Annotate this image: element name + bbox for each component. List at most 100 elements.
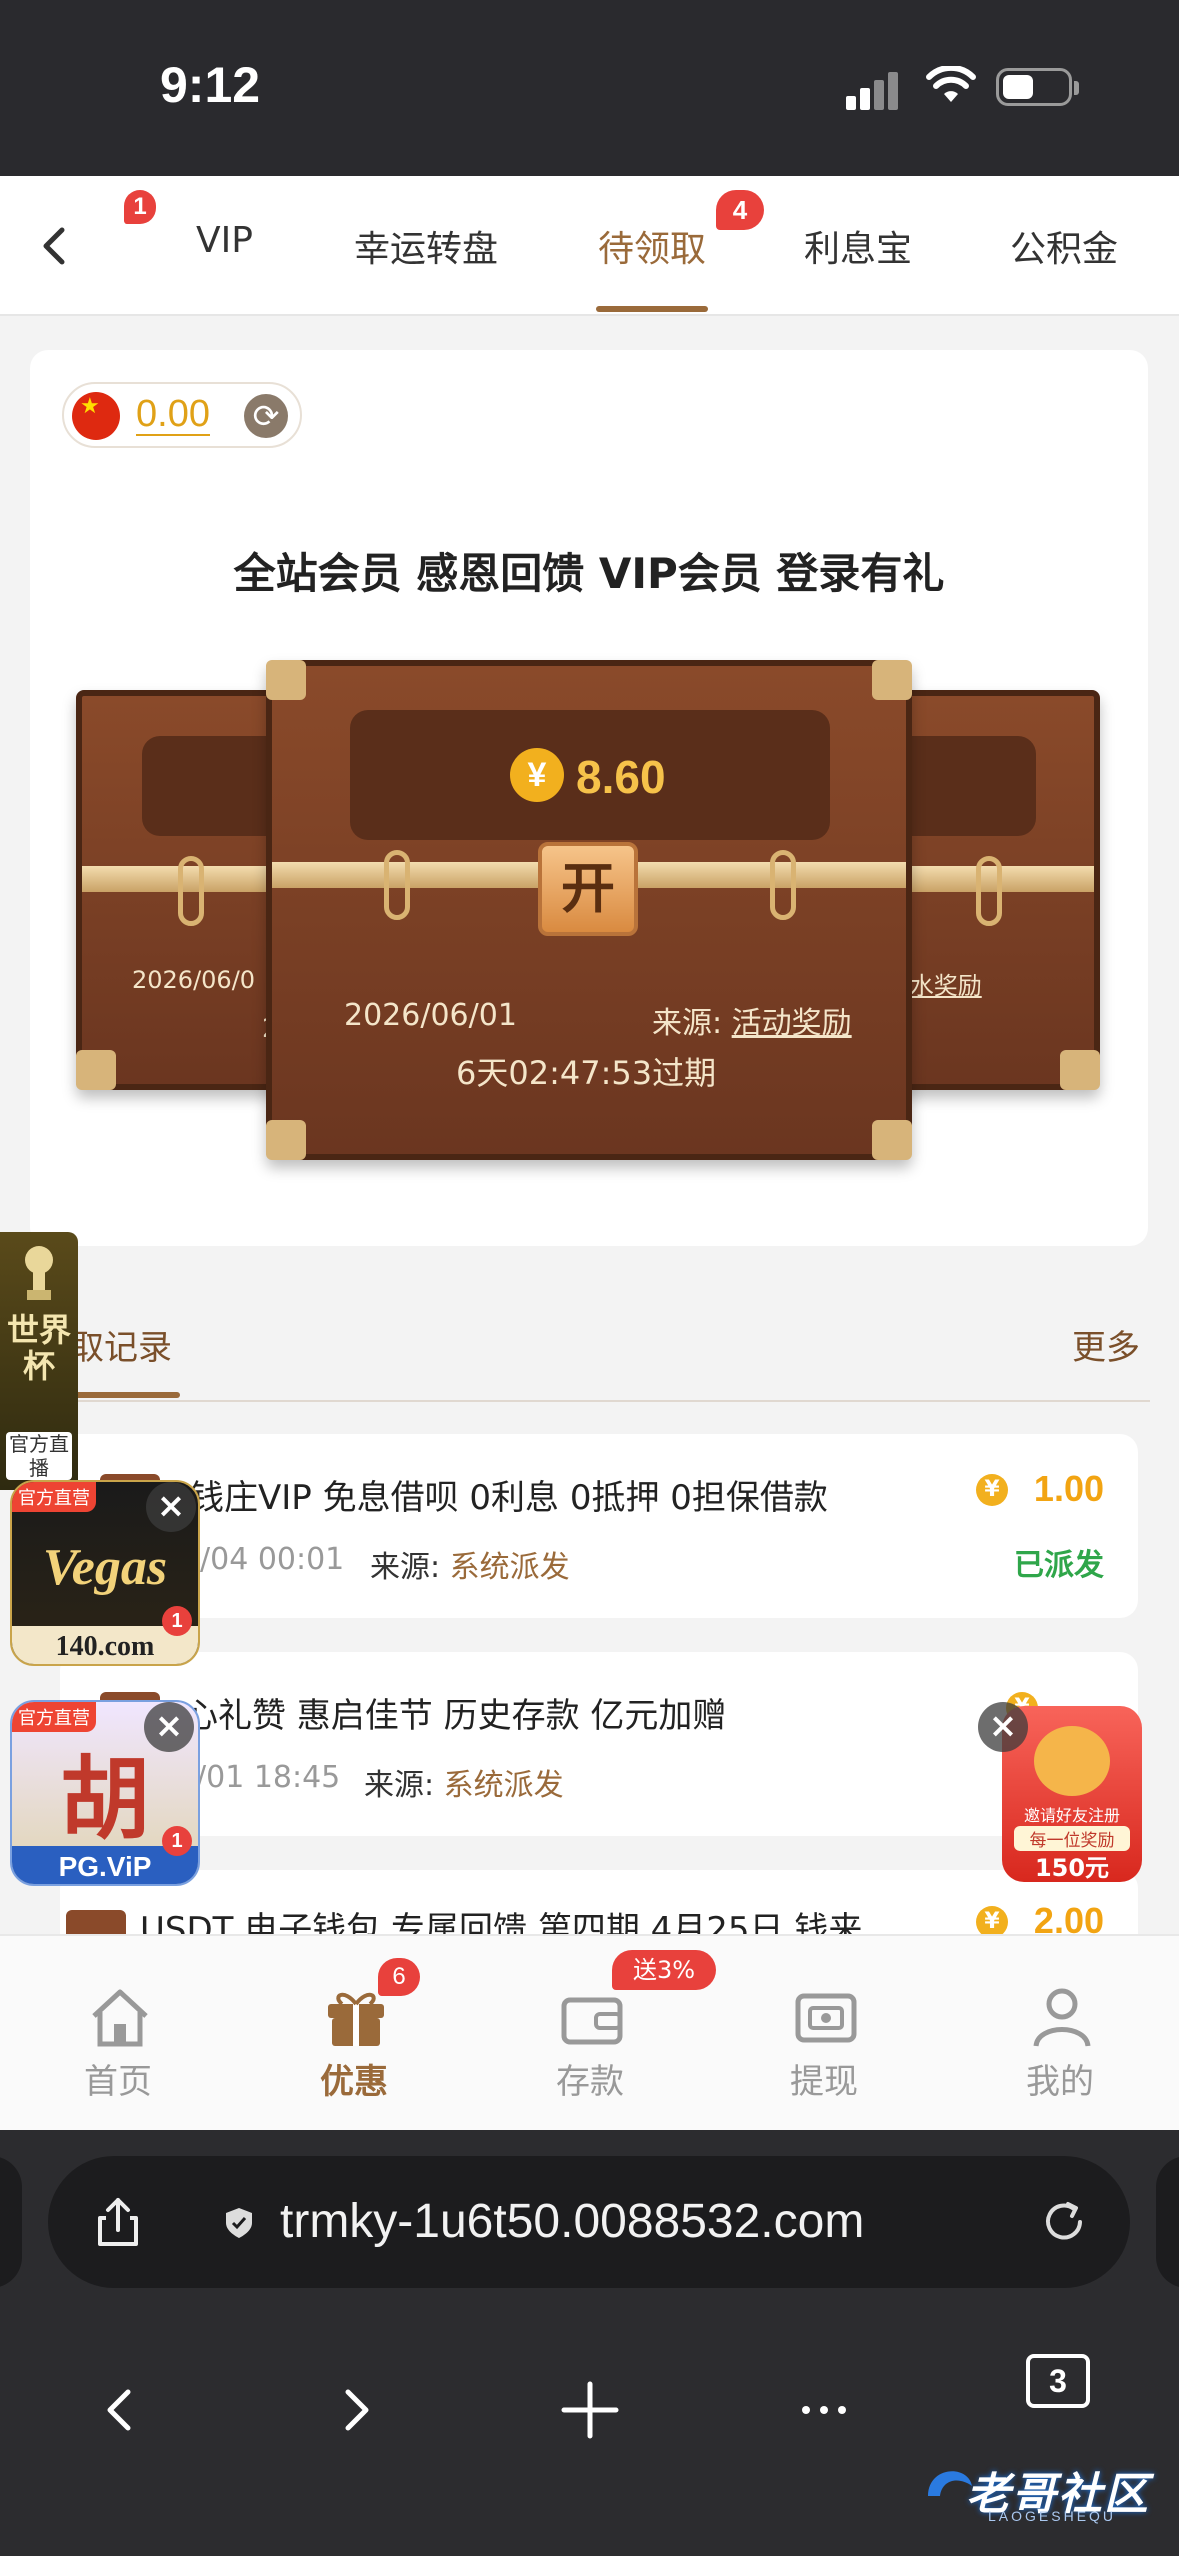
record-time: /01 18:45 [196,1760,341,1795]
bottom-nav: 首页 优惠 6 存款 送3% 提现 我的 [0,1934,1179,2130]
more-options-icon[interactable] [784,2370,864,2450]
nav-withdraw[interactable]: 提现 [754,1946,894,2126]
worldcup-live-ad[interactable]: 世界杯 官方直播 [0,1232,78,1490]
record-amount: 1.00 [1033,1468,1104,1509]
ad-official-tag: 官方直营 [12,1482,96,1512]
record-source-value: 系统派发 [449,1550,570,1585]
worldcup-label: 世界杯 [6,1311,71,1385]
cellular-signal-icon [846,70,906,110]
records-tab-indicator [70,1392,180,1398]
main-chest-date: 2026/06/01 [344,998,517,1033]
nav-profile-label: 我的 [1026,2062,1094,2102]
back-arrow-icon[interactable] [30,216,80,276]
record-item[interactable]: 钱庄VIP 免息借呗 0利息 0抵押 0担保借款 /04 00:01 来源: 系… [60,1434,1138,1618]
trophy-icon [25,1246,53,1300]
tab-badge-hidden: 1 [124,190,156,224]
tab-provident-fund[interactable]: 公积金 [1010,220,1118,272]
new-tab-plus-icon[interactable] [550,2370,630,2450]
record-source: 来源: 系统派发 [370,1542,570,1586]
address-bar[interactable]: trmky-1u6t50.0088532.com [48,2156,1130,2288]
nav-promotions[interactable]: 优惠 6 [284,1946,424,2126]
open-chest-button[interactable]: 开 [538,842,638,936]
nav-deposit[interactable]: 存款 送3% [520,1946,716,2126]
nav-profile[interactable]: 我的 [990,1946,1130,2126]
record-time: /04 00:01 [200,1542,345,1577]
tab-badge-pending: 4 [716,190,764,230]
home-icon [92,1989,148,2047]
invite-amount: 150元 [1034,1854,1110,1882]
main-chest-expiry: 6天02:47:53过期 [456,1054,717,1092]
next-tab-pill[interactable] [1156,2156,1179,2288]
chest-thumbnail-icon [66,1910,126,1934]
battery-icon [996,68,1079,106]
nav-deposit-badge: 送3% [612,1950,716,1990]
wifi-icon [926,66,976,102]
ad-notification-badge: 1 [162,1606,192,1636]
tab-vip[interactable]: VIP [196,220,253,261]
watermark-logo: 老哥社区 LAOGESHEQU [918,2446,1168,2536]
record-item[interactable]: USDT 电子钱包 专属回馈 第四期 4月25日 钱来 ¥ 2.00 [60,1870,1138,1934]
close-pg-ad-button[interactable]: × [144,1702,194,1752]
record-status: 已派发 [1014,1548,1104,1583]
reward-chest-main[interactable]: ¥ 8.60 开 2026/06/01 来源: 活动奖励 6天02:47:53过… [266,660,912,1160]
record-source-value: 系统派发 [443,1768,564,1803]
record-item[interactable]: 心礼赞 惠启佳节 历史存款 亿元加赠 /01 18:45 来源: 系统派发 ¥ [60,1652,1138,1836]
yuan-coin-icon: ¥ [510,748,564,802]
gift-icon [328,1992,384,2046]
main-chest-source-label: 来源: [652,1006,723,1041]
china-flag-icon [72,392,120,440]
records-title[interactable]: 取记录 [70,1320,172,1369]
main-chest-source: 来源: 活动奖励 [652,998,852,1042]
left-chest-date: 2026/06/0 [132,966,256,994]
record-amount: 2.00 [1033,1900,1104,1934]
watermark-subtext: LAOGESHEQU [988,2508,1117,2524]
balance-display: 0.00 ⟳ [62,382,302,448]
yuan-coin-icon: ¥ [976,1474,1008,1506]
promo-card: 0.00 ⟳ 全站会员 感恩回馈 VIP会员 登录有礼 2026/06/0 2天… [30,350,1148,1246]
promo-tab-bar: 1 VIP 幸运转盘 待领取 4 利息宝 公积金 [0,176,1179,316]
nav-deposit-label: 存款 [556,2062,624,2102]
main-chest-source-link[interactable]: 活动奖励 [732,1006,852,1041]
balance-value: 0.00 [136,393,210,436]
nav-home[interactable]: 首页 [48,1946,188,2126]
withdraw-icon [795,1993,857,2043]
status-time: 9:12 [160,57,261,113]
record-source: 来源: 系统派发 [364,1760,564,1804]
close-invite-ad-button[interactable]: × [978,1702,1028,1752]
tab-pending[interactable]: 待领取 [598,220,706,272]
worldcup-tag: 官方直播 [6,1432,72,1480]
active-tab-indicator [596,306,708,312]
tab-interest[interactable]: 利息宝 [804,220,912,272]
vegas-logo-text: Vegas [42,1539,168,1596]
previous-tab-pill[interactable] [0,2156,22,2288]
url-text[interactable]: trmky-1u6t50.0088532.com [280,2194,864,2249]
records-divider [70,1400,1150,1402]
record-source-label: 来源: [370,1550,441,1585]
nav-promotions-badge: 6 [378,1958,420,1996]
nav-withdraw-label: 提现 [790,2062,858,2102]
record-title: USDT 电子钱包 专属回馈 第四期 4月25日 钱来 [140,1910,863,1934]
record-title: 心礼赞 惠启佳节 历史存款 亿元加赠 [184,1696,727,1736]
nav-promotions-label: 优惠 [320,2062,388,2102]
nav-home-label: 首页 [84,2062,152,2102]
back-icon[interactable] [80,2370,160,2450]
promo-title: 全站会员 感恩回馈 VIP会员 登录有礼 [233,549,945,598]
forward-icon[interactable] [316,2370,396,2450]
close-vegas-ad-button[interactable]: × [146,1482,196,1532]
wallet-icon [561,1997,623,2045]
refresh-icon[interactable]: ⟳ [244,394,288,438]
chest-amount: 8.60 [576,751,666,803]
record-source-label: 来源: [364,1768,435,1803]
status-bar: 9:12 [0,0,1179,176]
record-title: 钱庄VIP 免息借呗 0利息 0抵押 0担保借款 [190,1478,828,1518]
share-icon[interactable] [88,2192,148,2252]
reload-icon[interactable] [1034,2192,1094,2252]
profile-icon [1033,1988,1091,2047]
secure-shield-icon [226,2208,252,2238]
records-more-link[interactable]: 更多 [1072,1320,1140,1369]
ad-notification-badge: 1 [162,1826,192,1856]
invite-line1: 邀请好友注册 [1023,1806,1120,1825]
tab-switcher-button[interactable]: 3 [1026,2354,1090,2408]
yuan-coin-icon: ¥ [976,1906,1008,1934]
tab-lucky-wheel[interactable]: 幸运转盘 [354,220,498,272]
